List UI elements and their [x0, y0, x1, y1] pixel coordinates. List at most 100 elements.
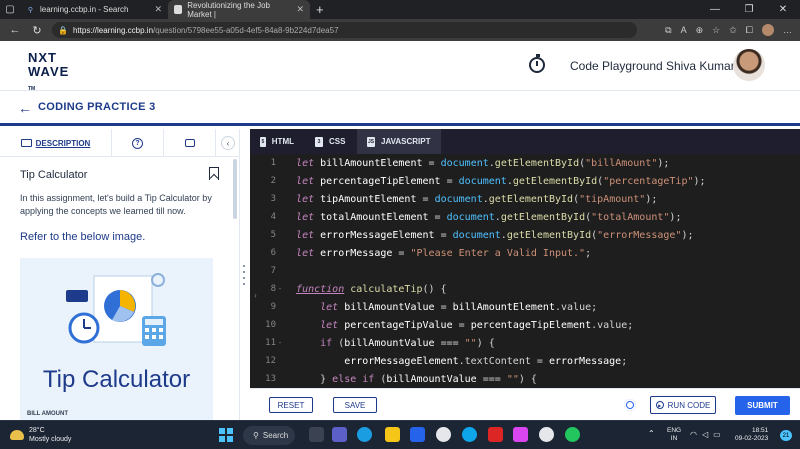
chat-icon — [184, 139, 195, 147]
chrome-icon[interactable] — [436, 427, 451, 442]
url-field[interactable]: 🔒 https://learning.ccbp.in/question/5798… — [52, 22, 637, 38]
run-code-label: RUN CODE — [667, 400, 711, 410]
code-line[interactable]: 2 let percentageTipElement = document.ge… — [250, 172, 800, 190]
weather-widget[interactable]: 28°C Mostly cloudy — [10, 426, 71, 444]
language-indicator[interactable]: ENG IN — [667, 427, 681, 443]
browser-actions: ⧉ A ⊕ ☆ ✩ ⧠ … — [665, 24, 792, 36]
code-line[interactable]: 12 errorMessageElement.textContent = err… — [250, 352, 800, 370]
speaker-icon[interactable]: ◁ — [702, 430, 708, 439]
profile-icon[interactable] — [762, 24, 774, 36]
notification-badge[interactable]: 21 — [780, 430, 792, 441]
tab-description[interactable]: DESCRIPTION — [0, 129, 112, 157]
window-menu-icon[interactable]: ▢ — [0, 0, 20, 19]
weather-desc: Mostly cloudy — [29, 436, 72, 443]
collapse-panel-button[interactable]: ‹ — [221, 136, 235, 150]
reset-button[interactable]: RESET — [269, 397, 313, 413]
user-name[interactable]: Shiva Kumar — [666, 59, 735, 73]
zoom-icon[interactable]: ⊕ — [696, 25, 704, 36]
code-line[interactable]: 8- function calculateTip() { — [250, 280, 800, 298]
fold-marker[interactable]: - — [276, 285, 284, 293]
more-icon[interactable]: … — [783, 25, 792, 35]
close-tab-icon[interactable]: ✕ — [296, 4, 304, 15]
back-arrow-icon[interactable]: ← — [18, 100, 32, 116]
edge-icon[interactable] — [357, 427, 372, 442]
maximize-icon[interactable]: ❐ — [732, 4, 766, 15]
media-icon[interactable] — [539, 427, 554, 442]
line-number: 9 — [270, 302, 276, 312]
browser-tab-search[interactable]: ⚲ learning.ccbp.in - Search ✕ — [20, 0, 168, 19]
code-line[interactable]: 3 let tipAmountElement = document.getEle… — [250, 190, 800, 208]
code-text: let totalAmountElement = document.getEle… — [296, 211, 682, 223]
new-tab-icon[interactable]: + — [316, 2, 324, 17]
code-playground-link[interactable]: Code Playground — [570, 59, 663, 73]
code-line[interactable]: 7 — [250, 262, 800, 280]
url-host: https://learning.ccbp.in — [72, 25, 154, 35]
fold-marker[interactable]: - — [276, 339, 284, 347]
code-text: errorMessageElement.textContent = errorM… — [344, 355, 628, 367]
nxtwave-logo[interactable]: NXT WAVE TM — [28, 51, 78, 93]
avatar[interactable] — [733, 49, 765, 81]
minimize-icon[interactable]: — — [698, 4, 732, 15]
expand-arrow-icon[interactable]: › — [254, 291, 257, 300]
code-line[interactable]: 13 } else if (billAmountValue === "") { — [250, 370, 800, 388]
browser-tab-strip: ▢ ⚲ learning.ccbp.in - Search ✕ Revoluti… — [0, 0, 800, 19]
help-icon: ? — [132, 137, 143, 149]
tab-javascript[interactable]: JS JAVASCRIPT — [357, 129, 441, 154]
teams-chat-icon[interactable] — [332, 427, 347, 442]
app-icon[interactable] — [462, 427, 477, 442]
refer-image-text: Refer to the below image. — [20, 231, 146, 243]
bookmark-icon[interactable] — [209, 167, 219, 180]
code-text: } else if (billAmountValue === "") { — [284, 373, 537, 385]
battery-icon[interactable]: ▭ — [713, 430, 721, 439]
code-line[interactable]: 4 let totalAmountElement = document.getE… — [250, 208, 800, 226]
back-icon[interactable]: ← — [8, 24, 22, 36]
code-line[interactable]: 10 let percentageTipValue = percentageTi… — [250, 316, 800, 334]
preview-bill-label: BILL AMOUNT — [27, 411, 68, 417]
collections-icon[interactable]: ⧠ — [746, 25, 753, 36]
browser-tab-active[interactable]: Revolutionizing the Job Market | ✕ — [168, 0, 310, 19]
code-line[interactable]: 1 let billAmountElement = document.getEl… — [250, 154, 800, 172]
antivirus-icon[interactable] — [488, 427, 503, 442]
panel-scrollbar[interactable] — [233, 159, 237, 219]
whatsapp-icon[interactable] — [565, 427, 580, 442]
tab-help[interactable]: ? — [112, 129, 164, 157]
app-available-icon[interactable]: ⧉ — [665, 25, 671, 36]
code-editor[interactable]: 1 let billAmountElement = document.getEl… — [250, 154, 800, 388]
wifi-icon[interactable]: ◠ — [690, 430, 697, 439]
favorites-icon[interactable]: ✩ — [729, 25, 737, 36]
tab-css[interactable]: 3 CSS — [305, 129, 357, 154]
close-tab-icon[interactable]: ✕ — [154, 4, 162, 15]
taskbar-search[interactable]: ⚲ Search — [243, 426, 295, 445]
browser-tab-title: learning.ccbp.in - Search — [40, 5, 129, 14]
run-code-button[interactable]: ▶ RUN CODE — [650, 396, 716, 414]
code-line[interactable]: 9 let billAmountValue = billAmountElemen… — [250, 298, 800, 316]
reference-image: Tip Calculator BILL AMOUNT — [20, 258, 213, 420]
code-line[interactable]: 11- if (billAmountValue === "") { — [250, 334, 800, 352]
settings-gear-icon[interactable] — [624, 399, 636, 411]
favorite-icon[interactable]: ☆ — [712, 25, 720, 36]
chevron-up-icon[interactable]: ⌃ — [648, 429, 655, 438]
windows-start-icon[interactable] — [219, 428, 233, 442]
code-text: let tipAmountElement = document.getEleme… — [296, 193, 658, 205]
timer-icon[interactable] — [529, 54, 545, 73]
tab-discussion[interactable] — [164, 129, 216, 157]
cloud-sun-icon — [10, 430, 24, 440]
refresh-icon[interactable]: ↻ — [30, 24, 44, 37]
code-line[interactable]: 5 let errorMessageElement = document.get… — [250, 226, 800, 244]
clock[interactable]: 18:51 09-02-2023 — [735, 427, 768, 443]
code-text: let billAmountElement = document.getElem… — [296, 157, 670, 169]
search-icon: ⚲ — [253, 431, 259, 440]
close-window-icon[interactable]: ✕ — [766, 4, 800, 15]
instagram-icon[interactable] — [513, 427, 528, 442]
code-line[interactable]: 6 let errorMessage = "Please Enter a Val… — [250, 244, 800, 262]
question-description: In this assignment, let's build a Tip Ca… — [20, 193, 212, 216]
store-icon[interactable] — [410, 427, 425, 442]
task-view-icon[interactable] — [309, 427, 324, 442]
tab-html[interactable]: 5 HTML — [250, 129, 304, 154]
read-aloud-icon[interactable]: A — [681, 25, 687, 35]
lock-icon: 🔒 — [58, 25, 68, 35]
file-explorer-icon[interactable] — [385, 427, 400, 442]
save-button[interactable]: SAVE — [333, 397, 377, 413]
resize-handle[interactable] — [242, 265, 246, 285]
submit-button[interactable]: SUBMIT — [735, 396, 790, 415]
